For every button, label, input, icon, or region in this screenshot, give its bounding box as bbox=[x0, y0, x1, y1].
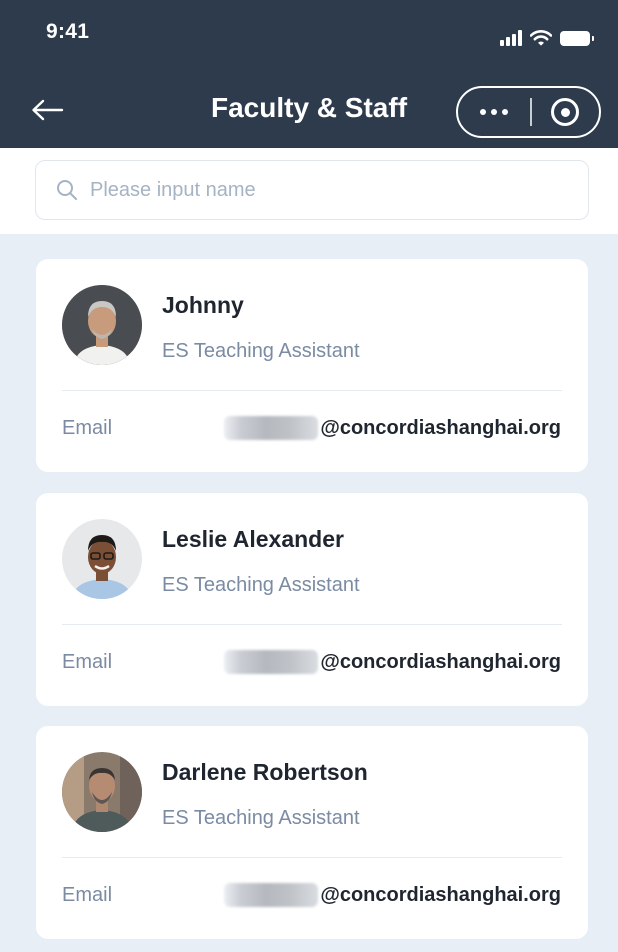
staff-card[interactable]: Darlene Robertson ES Teaching Assistant … bbox=[36, 726, 588, 939]
email-link[interactable]: @concordiashanghai.org bbox=[224, 650, 561, 674]
staff-role: ES Teaching Assistant bbox=[162, 807, 360, 829]
email-redacted bbox=[224, 650, 319, 674]
mini-program-capsule bbox=[456, 86, 601, 138]
back-button[interactable] bbox=[30, 92, 70, 128]
email-link[interactable]: @concordiashanghai.org bbox=[224, 883, 561, 907]
battery-icon bbox=[560, 30, 594, 46]
email-domain: @concordiashanghai.org bbox=[320, 883, 561, 906]
avatar bbox=[62, 519, 142, 599]
card-divider bbox=[62, 857, 562, 858]
staff-card[interactable]: Johnny ES Teaching Assistant Email @conc… bbox=[36, 259, 588, 472]
email-label: Email bbox=[62, 651, 113, 673]
more-button[interactable] bbox=[458, 88, 530, 136]
search-input[interactable] bbox=[90, 178, 530, 202]
avatar bbox=[62, 285, 142, 365]
email-link[interactable]: @concordiashanghai.org bbox=[224, 416, 561, 440]
email-redacted bbox=[224, 416, 319, 440]
staff-role: ES Teaching Assistant bbox=[162, 340, 360, 362]
wifi-icon bbox=[530, 30, 552, 46]
email-label: Email bbox=[62, 417, 113, 439]
email-redacted bbox=[224, 883, 319, 907]
staff-list: Johnny ES Teaching Assistant Email @conc… bbox=[0, 234, 618, 952]
nav-header: 9:41 Faculty & Staff bbox=[0, 0, 618, 148]
email-domain: @concordiashanghai.org bbox=[320, 650, 561, 673]
email-domain: @concordiashanghai.org bbox=[320, 416, 561, 439]
card-divider bbox=[62, 390, 562, 391]
status-time: 9:41 bbox=[46, 20, 90, 43]
email-label: Email bbox=[62, 884, 113, 906]
avatar bbox=[62, 752, 142, 832]
search-icon bbox=[57, 180, 77, 200]
signal-icon bbox=[500, 30, 522, 46]
more-dots-icon bbox=[480, 109, 508, 115]
staff-name: Leslie Alexander bbox=[162, 526, 344, 552]
card-divider bbox=[62, 624, 562, 625]
staff-name: Johnny bbox=[162, 292, 244, 318]
staff-name: Darlene Robertson bbox=[162, 759, 368, 785]
search-bar bbox=[0, 148, 618, 234]
status-icons bbox=[500, 30, 594, 46]
arrow-left-icon bbox=[32, 99, 64, 121]
close-button[interactable] bbox=[532, 88, 600, 136]
search-box[interactable] bbox=[35, 160, 589, 220]
target-circle-icon bbox=[551, 98, 580, 126]
staff-card[interactable]: Leslie Alexander ES Teaching Assistant E… bbox=[36, 493, 588, 706]
staff-role: ES Teaching Assistant bbox=[162, 574, 360, 596]
